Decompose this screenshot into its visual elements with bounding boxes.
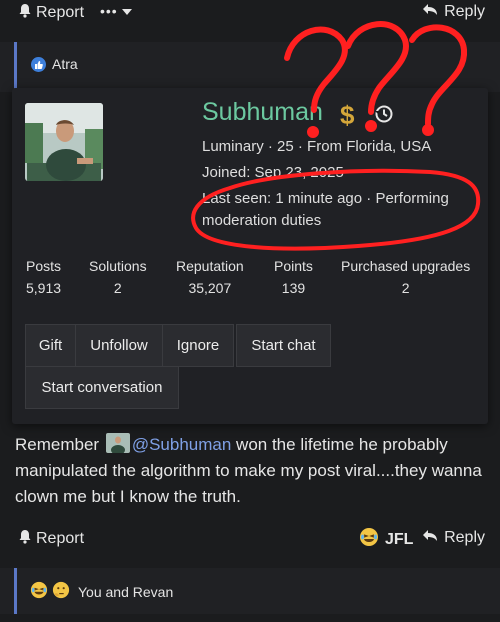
- profile-joined: Joined: Sep 23, 2025: [202, 164, 344, 181]
- laughing-emoji-icon: [30, 581, 48, 602]
- reply-label: Reply: [444, 529, 485, 546]
- unfollow-button[interactable]: Unfollow: [75, 324, 163, 367]
- profile-stats: Posts 5,913 Solutions 2 Reputation 35,20…: [26, 258, 486, 298]
- jfl-reaction-button[interactable]: JFL: [359, 527, 413, 552]
- quote-username: Atra: [52, 56, 78, 72]
- reply-label: Reply: [444, 3, 485, 20]
- reply-arrow-icon: [422, 529, 438, 547]
- ignore-button[interactable]: Ignore: [162, 324, 234, 367]
- more-menu-button[interactable]: •••: [100, 3, 132, 19]
- reactions-summary[interactable]: You and Revan: [30, 581, 173, 602]
- start-chat-button[interactable]: Start chat: [236, 324, 331, 367]
- bell-icon: [18, 529, 32, 549]
- report-label: Report: [36, 530, 85, 547]
- quote-accent-bar: [14, 42, 17, 92]
- stat-points[interactable]: Points 139: [274, 258, 313, 296]
- post-text-start: Remember: [15, 435, 100, 454]
- stat-posts[interactable]: Posts 5,913: [26, 258, 61, 296]
- more-label: •••: [100, 3, 118, 19]
- stat-reputation[interactable]: Reputation 35,207: [176, 258, 244, 296]
- profile-activity: moderation duties: [202, 212, 322, 229]
- avatar[interactable]: [25, 103, 103, 181]
- profile-name[interactable]: Subhuman: [202, 98, 323, 127]
- report-button[interactable]: Report: [18, 3, 84, 23]
- stat-label: Reputation: [176, 258, 244, 274]
- history-icon: [374, 104, 394, 129]
- post-body: Remember @Subhuman won the lifetime he p…: [15, 432, 485, 510]
- profile-meta: Luminary · 25 · From Florida, USA: [202, 138, 432, 155]
- stat-value: 35,207: [188, 280, 232, 296]
- report-label: Report: [36, 4, 85, 21]
- profile-last-seen: Last seen: 1 minute ago · Performing: [202, 190, 449, 207]
- reply-arrow-icon: [422, 3, 438, 21]
- stat-value: 2: [113, 280, 122, 296]
- stat-value: 139: [281, 280, 306, 296]
- user-mention-link[interactable]: @Subhuman: [132, 435, 232, 454]
- stat-solutions[interactable]: Solutions 2: [89, 258, 147, 296]
- start-conversation-button[interactable]: Start conversation: [25, 366, 179, 409]
- like-icon: [31, 56, 46, 72]
- stat-label: Points: [274, 258, 313, 274]
- stat-purchased-upgrades[interactable]: Purchased upgrades 2: [341, 258, 470, 296]
- stat-value: 2: [401, 280, 410, 296]
- reply-button[interactable]: Reply: [422, 3, 485, 21]
- bell-icon: [18, 3, 32, 23]
- gift-button[interactable]: Gift: [25, 324, 76, 367]
- reactions-text: You and Revan: [78, 583, 174, 600]
- stat-label: Solutions: [89, 258, 147, 274]
- mention-avatar: [105, 433, 130, 453]
- laughing-emoji-icon: [359, 527, 379, 552]
- stat-value: 5,913: [26, 280, 62, 296]
- post-reply-button[interactable]: Reply: [422, 529, 485, 547]
- thinking-emoji-icon: [52, 581, 70, 602]
- quote-attribution[interactable]: Atra: [31, 56, 78, 72]
- dollar-icon: $: [340, 100, 355, 130]
- stat-label: Posts: [26, 258, 62, 274]
- reactions-accent-bar: [14, 568, 17, 614]
- post-report-button[interactable]: Report: [18, 529, 84, 549]
- jfl-label: JFL: [385, 530, 414, 548]
- stat-label: Purchased upgrades: [341, 258, 471, 274]
- chevron-down-icon: [121, 3, 132, 19]
